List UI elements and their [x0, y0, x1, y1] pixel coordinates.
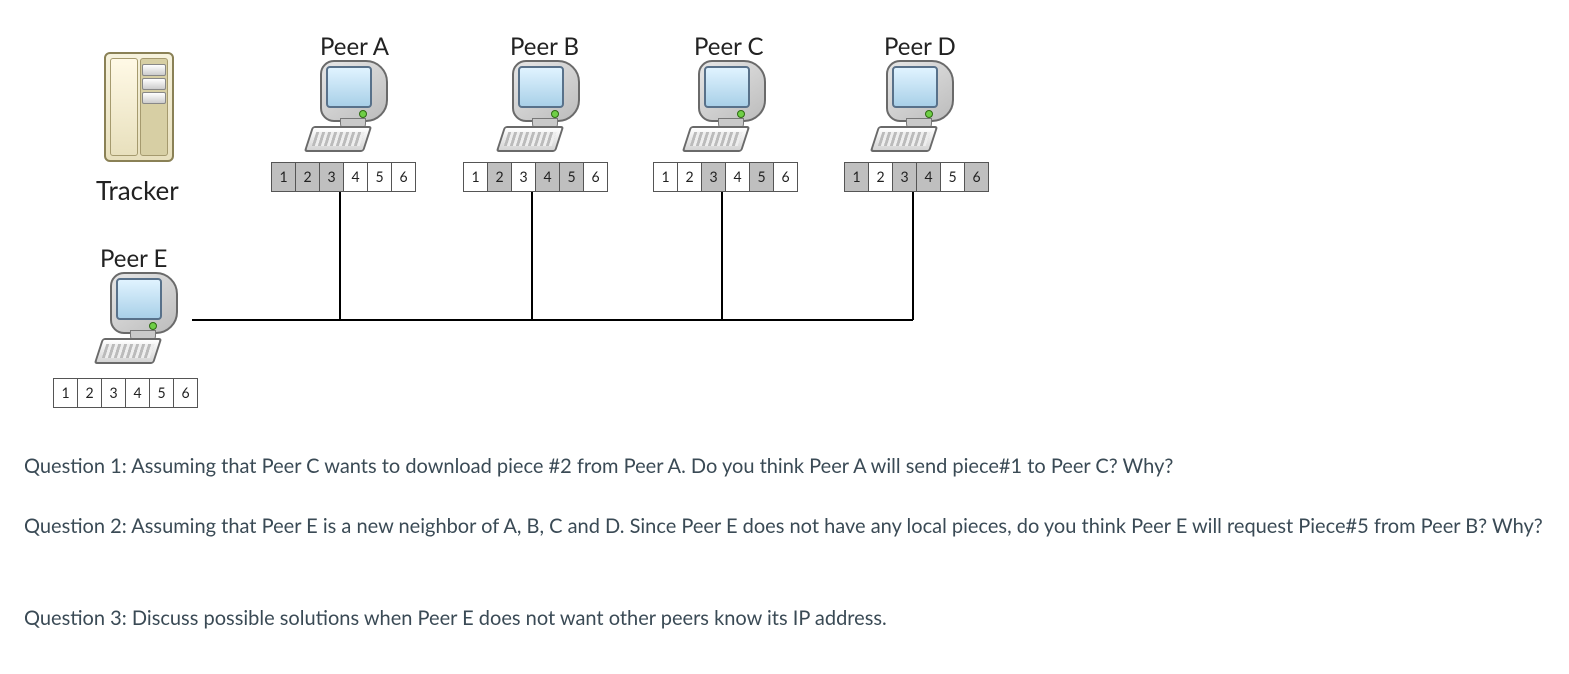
diagram-canvas: Tracker Peer A 123456 Peer B 123456 Peer…	[0, 0, 1569, 674]
question-3: Question 3: Discuss possible solutions w…	[24, 604, 1545, 633]
question-1: Question 1: Assuming that Peer C wants t…	[24, 452, 1545, 481]
question-2: Question 2: Assuming that Peer E is a ne…	[24, 512, 1545, 541]
